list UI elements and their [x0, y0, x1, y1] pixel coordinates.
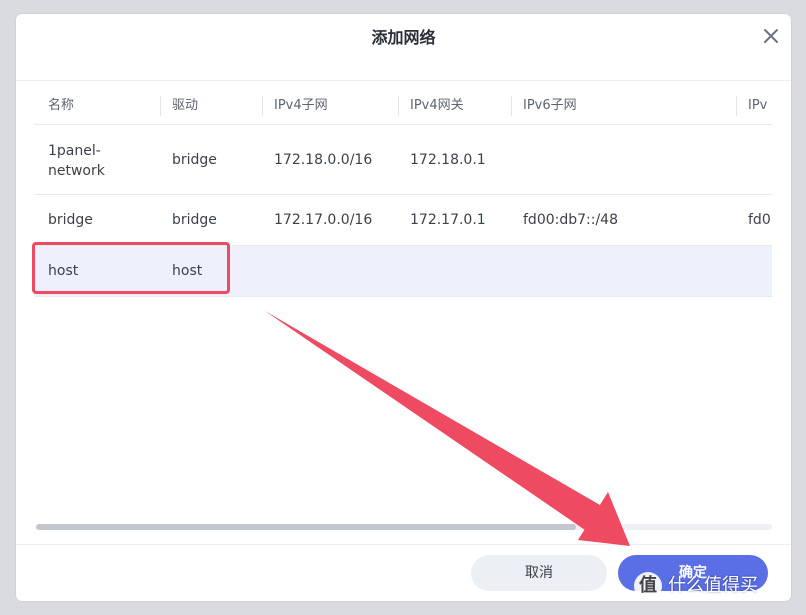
- watermark-logo-icon: 值: [634, 572, 662, 600]
- annotation-arrow-icon: [265, 311, 630, 546]
- watermark: 值什么值得买: [634, 566, 758, 606]
- watermark-text: 什么值得买: [668, 575, 758, 596]
